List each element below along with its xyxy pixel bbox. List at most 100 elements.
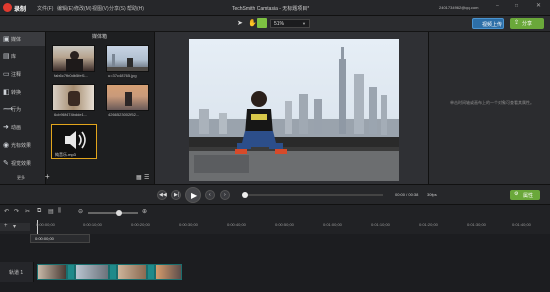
transition-marker[interactable] <box>147 264 155 280</box>
playhead-time: 0:00:00;00 <box>35 236 54 241</box>
menu-file[interactable]: 文件(F) <box>37 5 53 12</box>
media-thumb-1[interactable] <box>52 45 95 72</box>
minimize-icon[interactable]: – <box>496 3 499 9</box>
play-button[interactable]: ▶ <box>185 187 201 203</box>
prev-frame-button[interactable]: ‹ <box>205 190 215 200</box>
gear-icon: ⚙ <box>514 191 519 197</box>
menu-view[interactable]: 视图(V) <box>92 5 109 12</box>
timeline-clip[interactable] <box>155 264 182 280</box>
play-icon: ▶ <box>191 191 198 200</box>
cut-icon[interactable]: ✂ <box>25 208 30 215</box>
preview-canvas[interactable] <box>189 39 399 181</box>
annotation-icon: ▭ <box>3 71 10 78</box>
left-nav: ▣媒体 ▤库 ▭注释 ◧转换 ⟿行为 ➜ 动画 ◉ 光标效果 ✎ 视觉效果 更多 <box>0 32 45 184</box>
step-back-button[interactable]: ◀◀ <box>157 190 167 200</box>
title-bar: 录制 文件(F) 编辑(E) 修改(M) 视图(V) 分享(S) 帮助(H) T… <box>0 0 550 16</box>
timeline-clip[interactable] <box>75 264 109 280</box>
scrub-handle[interactable] <box>242 192 248 198</box>
window-title: TechSmith Camtasia - 无标题项目* <box>232 6 310 12</box>
tick-label: 0:01:00;00 <box>323 222 342 227</box>
rewind-icon: ▶| <box>174 192 180 198</box>
tick-label: 0:01:10;00 <box>371 222 390 227</box>
nav-label: 光标效果 <box>11 143 32 149</box>
zoom-in-icon[interactable]: ⊕ <box>142 208 147 215</box>
tick-label: 0:00:40;00 <box>227 222 246 227</box>
nav-item-transition[interactable]: ◧转换 <box>3 88 21 96</box>
maximize-icon[interactable]: □ <box>515 3 518 9</box>
media-thumb-5-selected[interactable]: 纯音乐.mp3 <box>51 124 97 159</box>
playback-controls: ◀◀ ▶| ▶ ‹ › 00:00 / 00:38 30fps ⚙ 属性 <box>0 184 550 204</box>
next-frame-button[interactable]: › <box>220 190 230 200</box>
chevron-right-icon: › <box>224 192 226 198</box>
library-icon: ▤ <box>3 53 10 60</box>
transition-marker[interactable] <box>67 264 75 280</box>
media-thumb-4[interactable] <box>106 84 149 111</box>
nav-item-library[interactable]: ▤库 <box>3 52 16 60</box>
menu-help[interactable]: 帮助(H) <box>127 5 144 12</box>
timeline-ruler[interactable]: + ▾ 0:00:00;00 0:00:10;00 0:00:20;00 0:0… <box>0 220 550 292</box>
track-header[interactable]: 轨道 1 <box>0 262 34 282</box>
pan-hand-icon[interactable]: ✋ <box>248 19 257 27</box>
account-label[interactable]: 2401734962@qq.com <box>439 5 478 10</box>
upload-button[interactable]: 视频上传 <box>472 18 504 29</box>
menu-modify[interactable]: 修改(M) <box>74 5 92 12</box>
timeline-clip[interactable] <box>117 264 147 280</box>
nav-label: 转换 <box>11 90 22 96</box>
media-caption-4: 4266523002f52... <box>108 112 140 117</box>
undo-icon[interactable]: ↶ <box>4 208 9 215</box>
add-media-icon[interactable]: + <box>45 172 50 181</box>
chevron-left-icon: ‹ <box>209 192 211 198</box>
list-view-icon[interactable]: ☰ <box>144 174 149 181</box>
copy-icon[interactable]: ⧉ <box>37 208 41 215</box>
media-thumb-3[interactable] <box>52 84 95 111</box>
timeline-tracks: 0:00:00;00 轨道 1 <box>0 234 550 292</box>
properties-button[interactable]: ⚙ 属性 <box>510 190 540 200</box>
share-label: 分享 <box>522 21 533 27</box>
zoom-select[interactable]: 51% ▼ <box>270 19 310 28</box>
nav-item-behavior[interactable]: ⟿行为 <box>3 105 21 113</box>
properties-label: 属性 <box>523 193 534 199</box>
record-label[interactable]: 录制 <box>14 4 26 13</box>
media-caption-2: u=37c48765.jpg <box>108 73 137 78</box>
redo-icon[interactable]: ↷ <box>14 208 19 215</box>
toolbar: ➤ ✋ 51% ▼ 视频上传 ⇪ 分享 <box>0 16 550 32</box>
scrub-bar[interactable] <box>243 194 383 196</box>
share-button[interactable]: ⇪ 分享 <box>510 18 544 29</box>
tick-label: 0:00:30;00 <box>179 222 198 227</box>
pointer-icon[interactable]: ➤ <box>237 19 243 27</box>
add-track-icon[interactable]: + <box>4 223 8 229</box>
grid-view-icon[interactable]: ▦ <box>136 174 142 181</box>
nav-item-media[interactable]: ▣媒体 <box>3 35 21 43</box>
media-caption-5: 纯音乐.mp3 <box>55 152 76 157</box>
transition-marker[interactable] <box>109 264 117 280</box>
thumb-figure <box>68 91 80 106</box>
timeline-clip[interactable] <box>37 264 67 280</box>
split-icon[interactable]: ⫼ <box>58 208 61 215</box>
fps-readout: 30fps <box>427 192 437 197</box>
zoom-out-icon[interactable]: ⊖ <box>78 208 83 215</box>
behavior-icon: ⟿ <box>3 106 14 113</box>
rewind-button[interactable]: ▶| <box>171 190 181 200</box>
nav-item-annotation[interactable]: ▭注释 <box>3 70 21 78</box>
nav-item-cursor-effect[interactable]: ◉ 光标效果 <box>3 141 31 149</box>
nav-label: 库 <box>11 54 17 60</box>
crop-icon[interactable] <box>257 18 267 28</box>
media-thumb-2[interactable] <box>106 45 149 72</box>
menu-share[interactable]: 分享(S) <box>109 5 126 12</box>
properties-panel: 单击时间轴或画布上的一个对象可查看其属性。 <box>428 32 550 184</box>
close-icon[interactable]: ✕ <box>536 2 541 9</box>
time-readout: 00:00 / 00:38 <box>395 192 419 197</box>
record-icon[interactable] <box>3 3 12 12</box>
zoom-slider-handle[interactable] <box>116 210 122 216</box>
media-icon: ▣ <box>3 36 10 43</box>
more-button[interactable]: 更多 <box>17 175 25 181</box>
zoom-slider[interactable] <box>88 212 138 214</box>
tick-label: 0:00:10;00 <box>83 222 102 227</box>
collapse-icon[interactable]: ▾ <box>13 223 16 230</box>
nav-label: 媒体 <box>11 37 22 43</box>
paste-icon[interactable]: ▤ <box>48 208 54 215</box>
nav-item-animation[interactable]: ➜ 动画 <box>3 123 21 131</box>
menu-edit[interactable]: 编辑(E) <box>57 5 74 12</box>
nav-label: 视觉效果 <box>11 161 32 167</box>
nav-item-visual-effect[interactable]: ✎ 视觉效果 <box>3 159 31 167</box>
